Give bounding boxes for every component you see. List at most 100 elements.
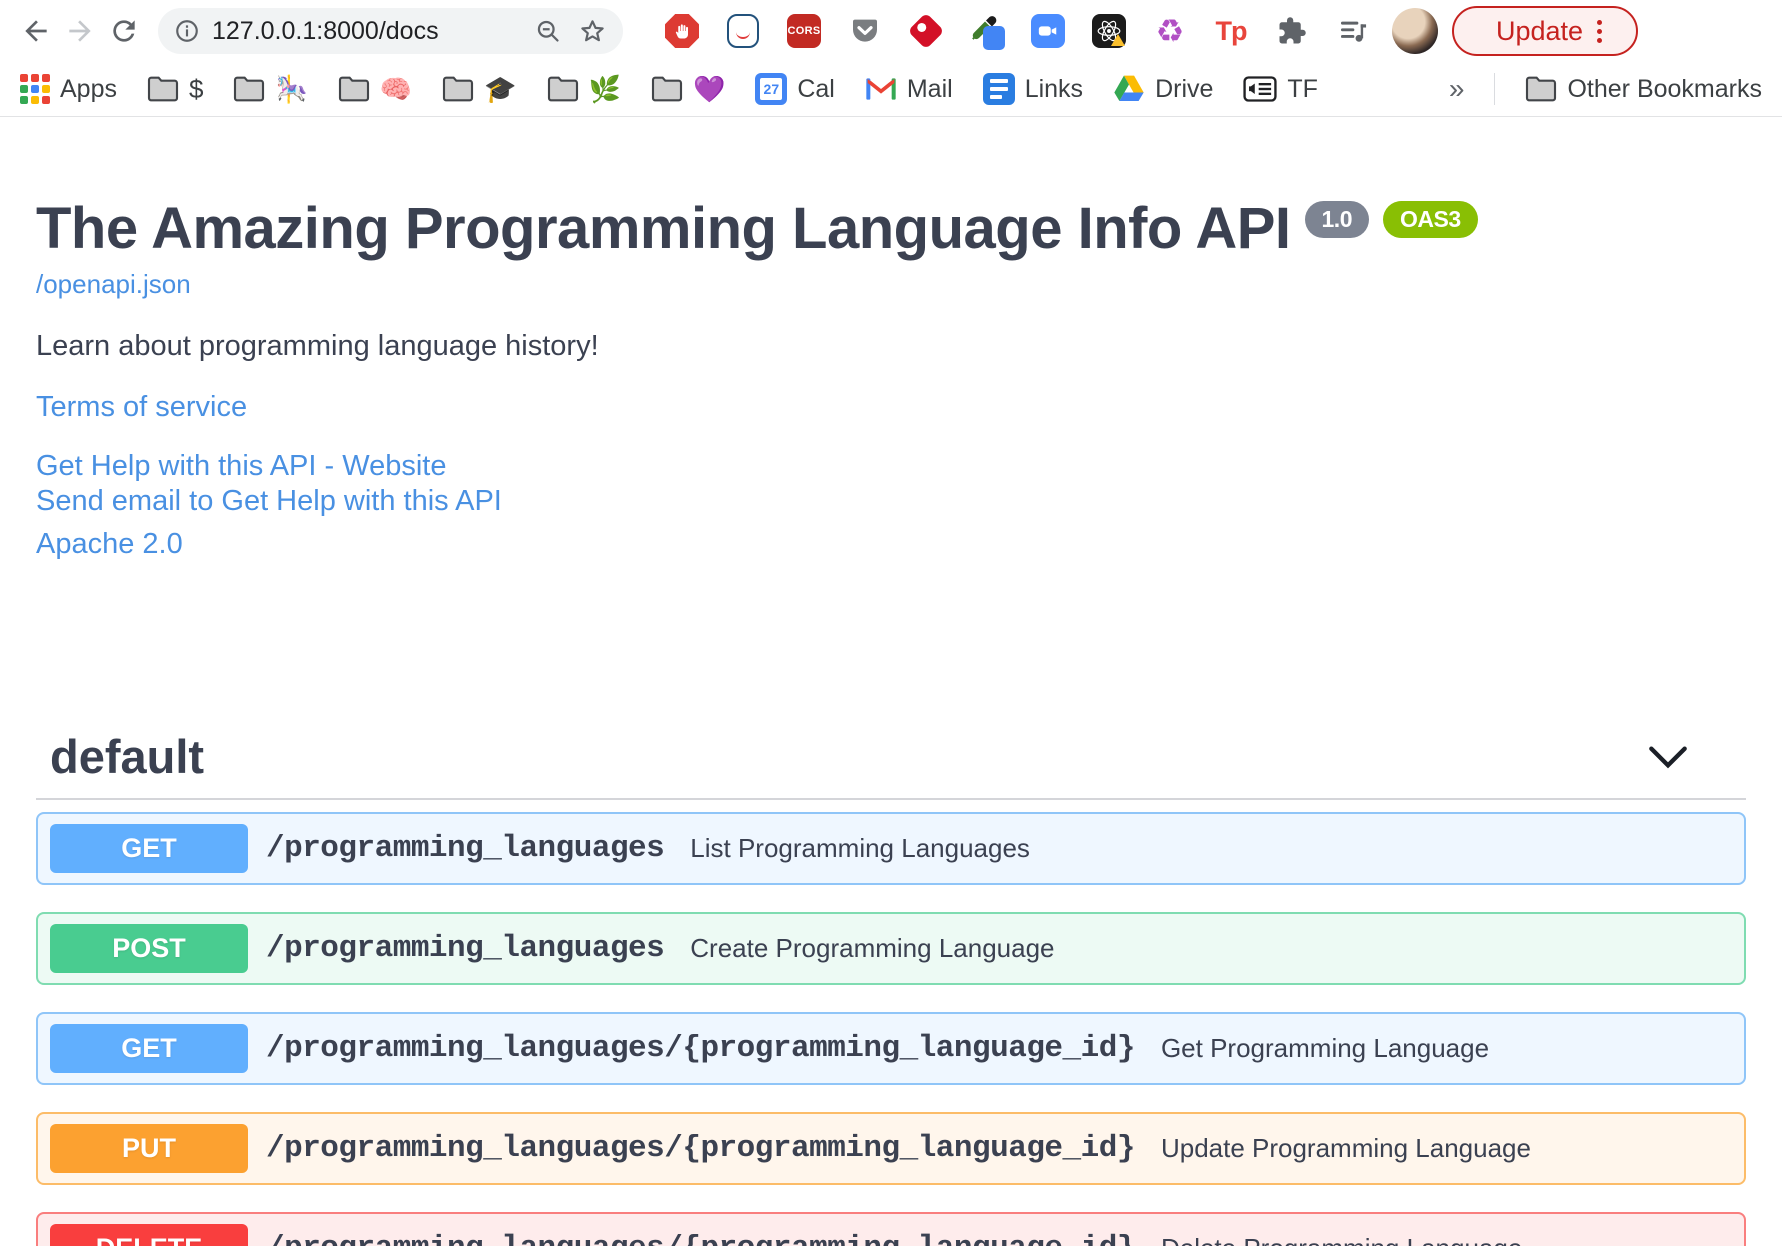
endpoint-path: /programming_languages/{programming_lang… — [266, 1031, 1135, 1067]
address-bar[interactable]: 127.0.0.1:8000/docs — [158, 8, 623, 54]
apps-shortcut[interactable]: Apps — [20, 74, 117, 104]
endpoint-row[interactable]: GET /programming_languages/{programming_… — [36, 1012, 1746, 1086]
update-label: Update — [1495, 15, 1584, 46]
back-arrow-icon — [25, 20, 47, 42]
folder-icon — [338, 76, 369, 102]
bookmark-star-icon[interactable] — [578, 17, 607, 46]
url-text[interactable]: 127.0.0.1:8000/docs — [212, 17, 439, 46]
bookmark-folder[interactable]: 💜 — [651, 75, 725, 103]
endpoint-summary: List Programming Languages — [690, 833, 1030, 864]
adblock-icon[interactable] — [663, 12, 701, 50]
forward-button[interactable] — [58, 9, 102, 53]
bookmarks-overflow-chevron[interactable]: » — [1449, 73, 1465, 105]
method-badge: GET — [50, 824, 248, 874]
pocket-icon[interactable] — [846, 12, 884, 50]
folder-icon — [651, 76, 683, 102]
cors-icon[interactable]: CORS — [785, 12, 823, 50]
endpoint-row[interactable]: GET /programming_languages List Programm… — [36, 812, 1746, 886]
mail-label: Mail — [906, 74, 953, 103]
endpoint-path: /programming_languages/{programming_lang… — [266, 1131, 1135, 1167]
drive-icon — [1114, 75, 1144, 101]
zoom-camera-icon[interactable] — [1029, 12, 1067, 50]
folder-label: $ — [188, 74, 204, 104]
bookmark-mail[interactable]: Mail — [865, 75, 953, 104]
endpoint-row[interactable]: DELETE /programming_languages/{programmi… — [36, 1212, 1746, 1246]
extensions-row: CORS ♻ Tp — [663, 12, 1372, 50]
chevron-down-icon[interactable] — [1648, 745, 1688, 769]
recycle-icon[interactable]: ♻ — [1151, 12, 1189, 50]
folder-label: 🎠 — [275, 74, 308, 104]
swagger-docs-page: The Amazing Programming Language Info AP… — [0, 117, 1782, 1246]
tf-label: TF — [1287, 74, 1318, 103]
endpoint-summary: Get Programming Language — [1160, 1033, 1490, 1064]
openapi-spec-link[interactable]: /openapi.json — [36, 269, 191, 300]
endpoint-path: /programming_languages — [266, 931, 665, 967]
api-title-text: The Amazing Programming Language Info AP… — [36, 196, 1291, 261]
playlist-icon[interactable] — [1334, 12, 1372, 50]
endpoint-summary: Update Programming Language — [1160, 1133, 1531, 1164]
endpoint-summary: Delete Programming Language — [1161, 1233, 1522, 1246]
bookmark-tf[interactable]: TF — [1243, 75, 1318, 104]
endpoint-row[interactable]: PUT /programming_languages/{programming_… — [36, 1112, 1746, 1186]
tf-card-icon — [1243, 76, 1278, 102]
folder-label: 💜 — [692, 74, 726, 104]
version-badge: 1.0 — [1304, 201, 1369, 238]
other-bookmarks-label: Other Bookmarks — [1567, 74, 1762, 103]
bookmark-cal[interactable]: 27 Cal — [755, 73, 835, 105]
section-title: default — [50, 730, 205, 784]
bookmarks-divider — [1494, 73, 1496, 105]
forward-arrow-icon — [69, 20, 91, 42]
endpoint-summary: Create Programming Language — [690, 933, 1055, 964]
warning-triangle-icon — [1111, 34, 1125, 46]
drive-label: Drive — [1155, 74, 1214, 103]
color-picker-icon[interactable] — [968, 12, 1006, 50]
folder-label: 🧠 — [379, 74, 413, 104]
method-badge: PUT — [50, 1124, 248, 1174]
contact-website-link[interactable]: Get Help with this API - Website — [36, 448, 1746, 485]
endpoint-list: GET /programming_languages List Programm… — [36, 812, 1746, 1246]
browser-menu-icon[interactable] — [1597, 19, 1603, 43]
bookmark-folder[interactable]: 🧠 — [338, 75, 412, 103]
bookmark-folder[interactable]: 🎠 — [233, 74, 308, 104]
gmail-icon — [866, 78, 896, 100]
folder-icon — [147, 76, 179, 102]
reload-icon — [113, 20, 135, 42]
bookmark-drive[interactable]: Drive — [1113, 74, 1213, 104]
contact-email-link[interactable]: Send email to Get Help with this API — [36, 485, 1746, 518]
bookmark-links[interactable]: Links — [982, 73, 1083, 105]
license-link[interactable]: Apache 2.0 — [36, 528, 1746, 561]
bookmark-folder[interactable]: 🌿 — [547, 75, 621, 103]
update-button[interactable]: Update — [1452, 6, 1638, 56]
endpoint-path: /programming_languages — [266, 831, 665, 867]
profile-avatar[interactable] — [1392, 8, 1438, 54]
apps-label: Apps — [60, 74, 117, 103]
refactor-diamond-icon[interactable] — [907, 12, 945, 50]
method-badge: DELETE — [50, 1224, 248, 1246]
tampermonkey-tp-icon[interactable]: Tp — [1212, 12, 1250, 50]
section-header[interactable]: default — [36, 729, 1746, 801]
cal-label: Cal — [797, 74, 835, 103]
endpoint-row[interactable]: POST /programming_languages Create Progr… — [36, 912, 1746, 986]
folder-icon — [234, 76, 265, 102]
other-bookmarks[interactable]: Other Bookmarks — [1525, 75, 1762, 104]
bookmark-folder[interactable]: $ — [147, 75, 203, 103]
react-devtools-icon[interactable] — [1090, 12, 1128, 50]
api-description: Learn about programming language history… — [36, 329, 599, 362]
bookmark-folder[interactable]: 🎓 — [442, 75, 517, 103]
chat-bubble-icon[interactable] — [724, 12, 762, 50]
reload-button[interactable] — [102, 9, 146, 53]
back-button[interactable] — [14, 9, 58, 53]
page-info-icon[interactable] — [174, 18, 200, 44]
puzzle-extensions-icon[interactable] — [1273, 12, 1311, 50]
folder-icon — [1526, 76, 1557, 102]
method-badge: POST — [50, 924, 248, 974]
folder-label: 🌿 — [588, 74, 621, 104]
calendar-icon: 27 — [755, 73, 788, 105]
zoom-out-icon[interactable] — [535, 18, 562, 45]
endpoint-path: /programming_languages/{programming_lang… — [266, 1231, 1135, 1246]
api-title: The Amazing Programming Language Info AP… — [36, 197, 1746, 261]
terms-of-service-link[interactable]: Terms of service — [36, 389, 1746, 426]
default-section: default GET /programming_languages List … — [36, 729, 1746, 1246]
links-doc-icon — [982, 73, 1015, 105]
apps-grid-icon — [20, 74, 50, 104]
